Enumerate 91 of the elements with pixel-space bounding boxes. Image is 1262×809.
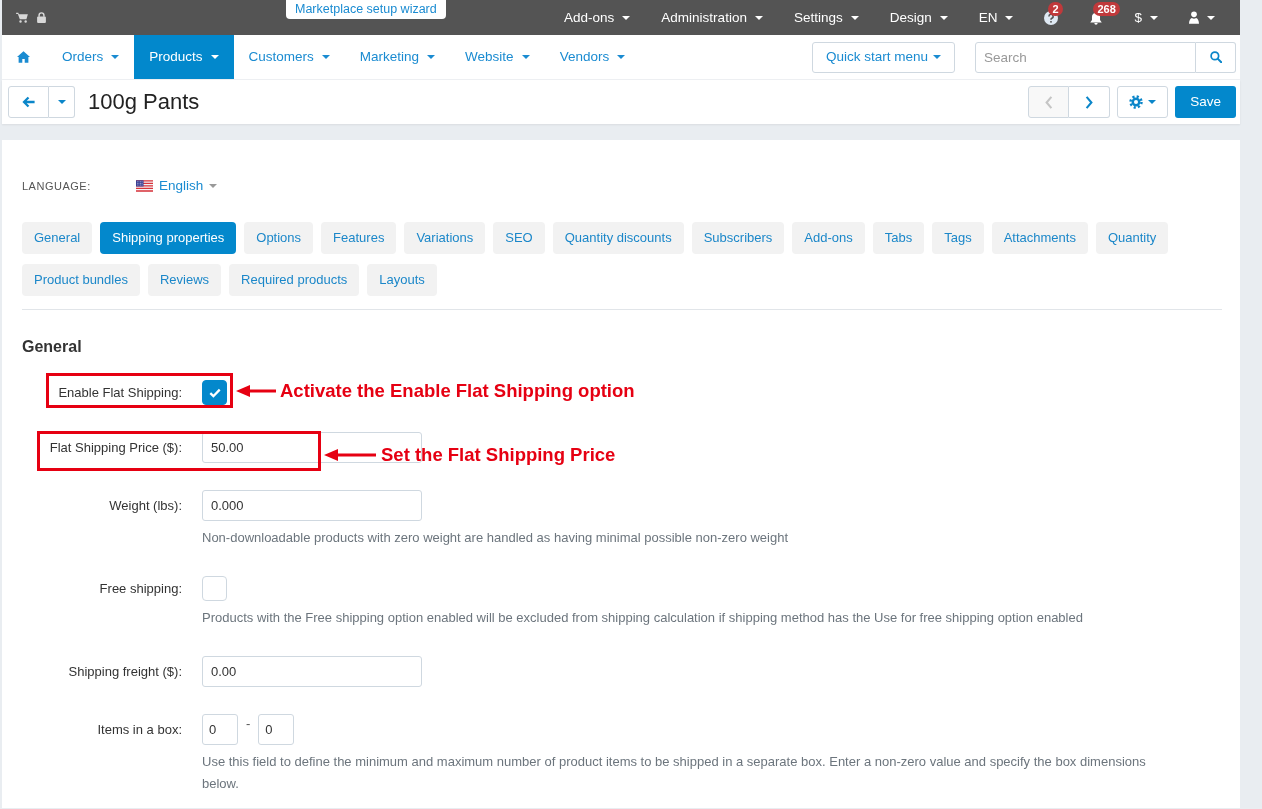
arrow-icon (324, 448, 376, 462)
caret-icon (57, 100, 66, 104)
top-menu-button[interactable]: Add-ons (564, 8, 631, 27)
count-badge: 268 (1093, 1, 1120, 16)
caret-icon (1207, 15, 1215, 20)
gear-icon (1129, 95, 1144, 109)
cart-icon (16, 12, 28, 23)
field-label: Items in a box: (97, 722, 182, 737)
input-field[interactable]: 0 (258, 714, 295, 745)
language-label: LANGUAGE: (22, 178, 92, 194)
next-button[interactable] (1069, 86, 1111, 118)
back-arrow-icon (22, 96, 35, 108)
page-title: 100g Pants (88, 88, 200, 116)
top-menu-button[interactable]: $ (1134, 8, 1158, 27)
input-field[interactable]: 0.00 (202, 656, 422, 687)
section-title: General (22, 337, 83, 357)
help-text: Products with the Free shipping option enabled will be excluded from shipping calculation if shipping method has the Use for free shipping option enabled (202, 609, 1084, 627)
nav-menu-item[interactable]: Website (450, 35, 545, 79)
caret-icon (209, 184, 218, 188)
tab[interactable]: Product bundles (22, 264, 140, 296)
top-menu-button[interactable]: Administration (661, 8, 763, 27)
check-icon (208, 387, 221, 398)
search-field[interactable]: Search (975, 41, 1196, 73)
tab[interactable]: Add-ons (792, 222, 865, 254)
history-dropdown-button[interactable] (49, 86, 75, 118)
tab[interactable]: Subscribers (691, 222, 785, 254)
checkbox[interactable] (202, 380, 227, 405)
help-text: Non-downloadable products with zero weight are handled as having minimal possible non-zero weight (202, 529, 790, 547)
top-menu-button[interactable]: EN (978, 8, 1014, 27)
caret-icon (321, 55, 330, 59)
caret-icon (111, 55, 120, 59)
caret-icon (754, 15, 763, 20)
input-field[interactable]: 0 (202, 714, 238, 745)
tab[interactable]: Quantity discounts (552, 222, 684, 254)
caret-icon (617, 55, 626, 59)
arrow-icon (236, 384, 276, 398)
chevron-right-icon (1085, 95, 1094, 109)
caret-icon (210, 55, 219, 59)
top-menu-button[interactable]: Settings (793, 8, 859, 27)
back-button[interactable] (8, 86, 49, 118)
chevron-left-icon (1044, 95, 1053, 109)
search-button[interactable] (1196, 41, 1236, 73)
field-label: Enable Flat Shipping: (58, 385, 182, 400)
tab[interactable]: Reviews (147, 264, 222, 296)
tab[interactable]: Tags (932, 222, 984, 254)
tab[interactable]: Quantity (1095, 222, 1169, 254)
caret-icon (939, 15, 948, 20)
nav-menu-item[interactable]: Products (134, 35, 234, 79)
range-separator: - (246, 717, 251, 731)
nav-menu-item[interactable]: Customers (233, 35, 345, 79)
settings-button[interactable] (1117, 86, 1169, 118)
user-icon (1189, 11, 1199, 24)
flag-icon (136, 180, 153, 192)
field-label: Shipping freight ($): (68, 664, 182, 679)
tab[interactable]: Options (244, 222, 314, 254)
caret-icon (1150, 15, 1158, 20)
nav-menu-item[interactable]: Vendors (544, 35, 641, 79)
tab[interactable]: Features (321, 222, 397, 254)
home-icon (17, 51, 30, 63)
tab[interactable]: Attachments (991, 222, 1088, 254)
tab[interactable]: General (22, 222, 93, 254)
caret-icon (521, 55, 530, 59)
tab[interactable]: Required products (229, 264, 360, 296)
tab[interactable]: Layouts (367, 264, 437, 296)
search-icon (1209, 51, 1222, 63)
caret-icon (933, 55, 941, 59)
top-menu-button[interactable]: Design (889, 8, 948, 27)
nav-menu-item[interactable]: Orders (47, 35, 135, 79)
user-menu-button[interactable] (1189, 11, 1215, 24)
annotation-text: Activate the Enable Flat Shipping option (280, 380, 635, 402)
tab[interactable]: Tabs (872, 222, 925, 254)
caret-icon (427, 55, 436, 59)
tab[interactable]: Variations (404, 222, 486, 254)
input-field[interactable]: 0.000 (202, 490, 422, 521)
tab[interactable]: Shipping properties (100, 222, 237, 254)
caret-icon (1005, 15, 1014, 20)
tab[interactable]: SEO (493, 222, 545, 254)
nav-menu-item[interactable]: Marketing (344, 35, 451, 79)
lock-icon (37, 12, 46, 23)
count-badge: 2 (1048, 1, 1063, 16)
quick-start-menu-button[interactable]: Quick start menu (811, 41, 955, 73)
language-dropdown[interactable]: English (136, 175, 218, 197)
save-button[interactable]: Save (1175, 86, 1236, 118)
field-label: Free shipping: (99, 581, 182, 596)
caret-icon (1148, 100, 1157, 104)
caret-icon (622, 15, 631, 20)
field-label: Weight (lbs): (109, 498, 182, 513)
help-text: Use this field to define the minimum and maximum number of product items to be shipped in a separate box. Enter a non-zero value and specify the box dimensions below. (202, 753, 1147, 793)
setup-wizard-button[interactable]: Marketplace setup wizard (286, 0, 446, 19)
caret-icon (850, 15, 859, 20)
field-label: Flat Shipping Price ($): (49, 440, 182, 455)
